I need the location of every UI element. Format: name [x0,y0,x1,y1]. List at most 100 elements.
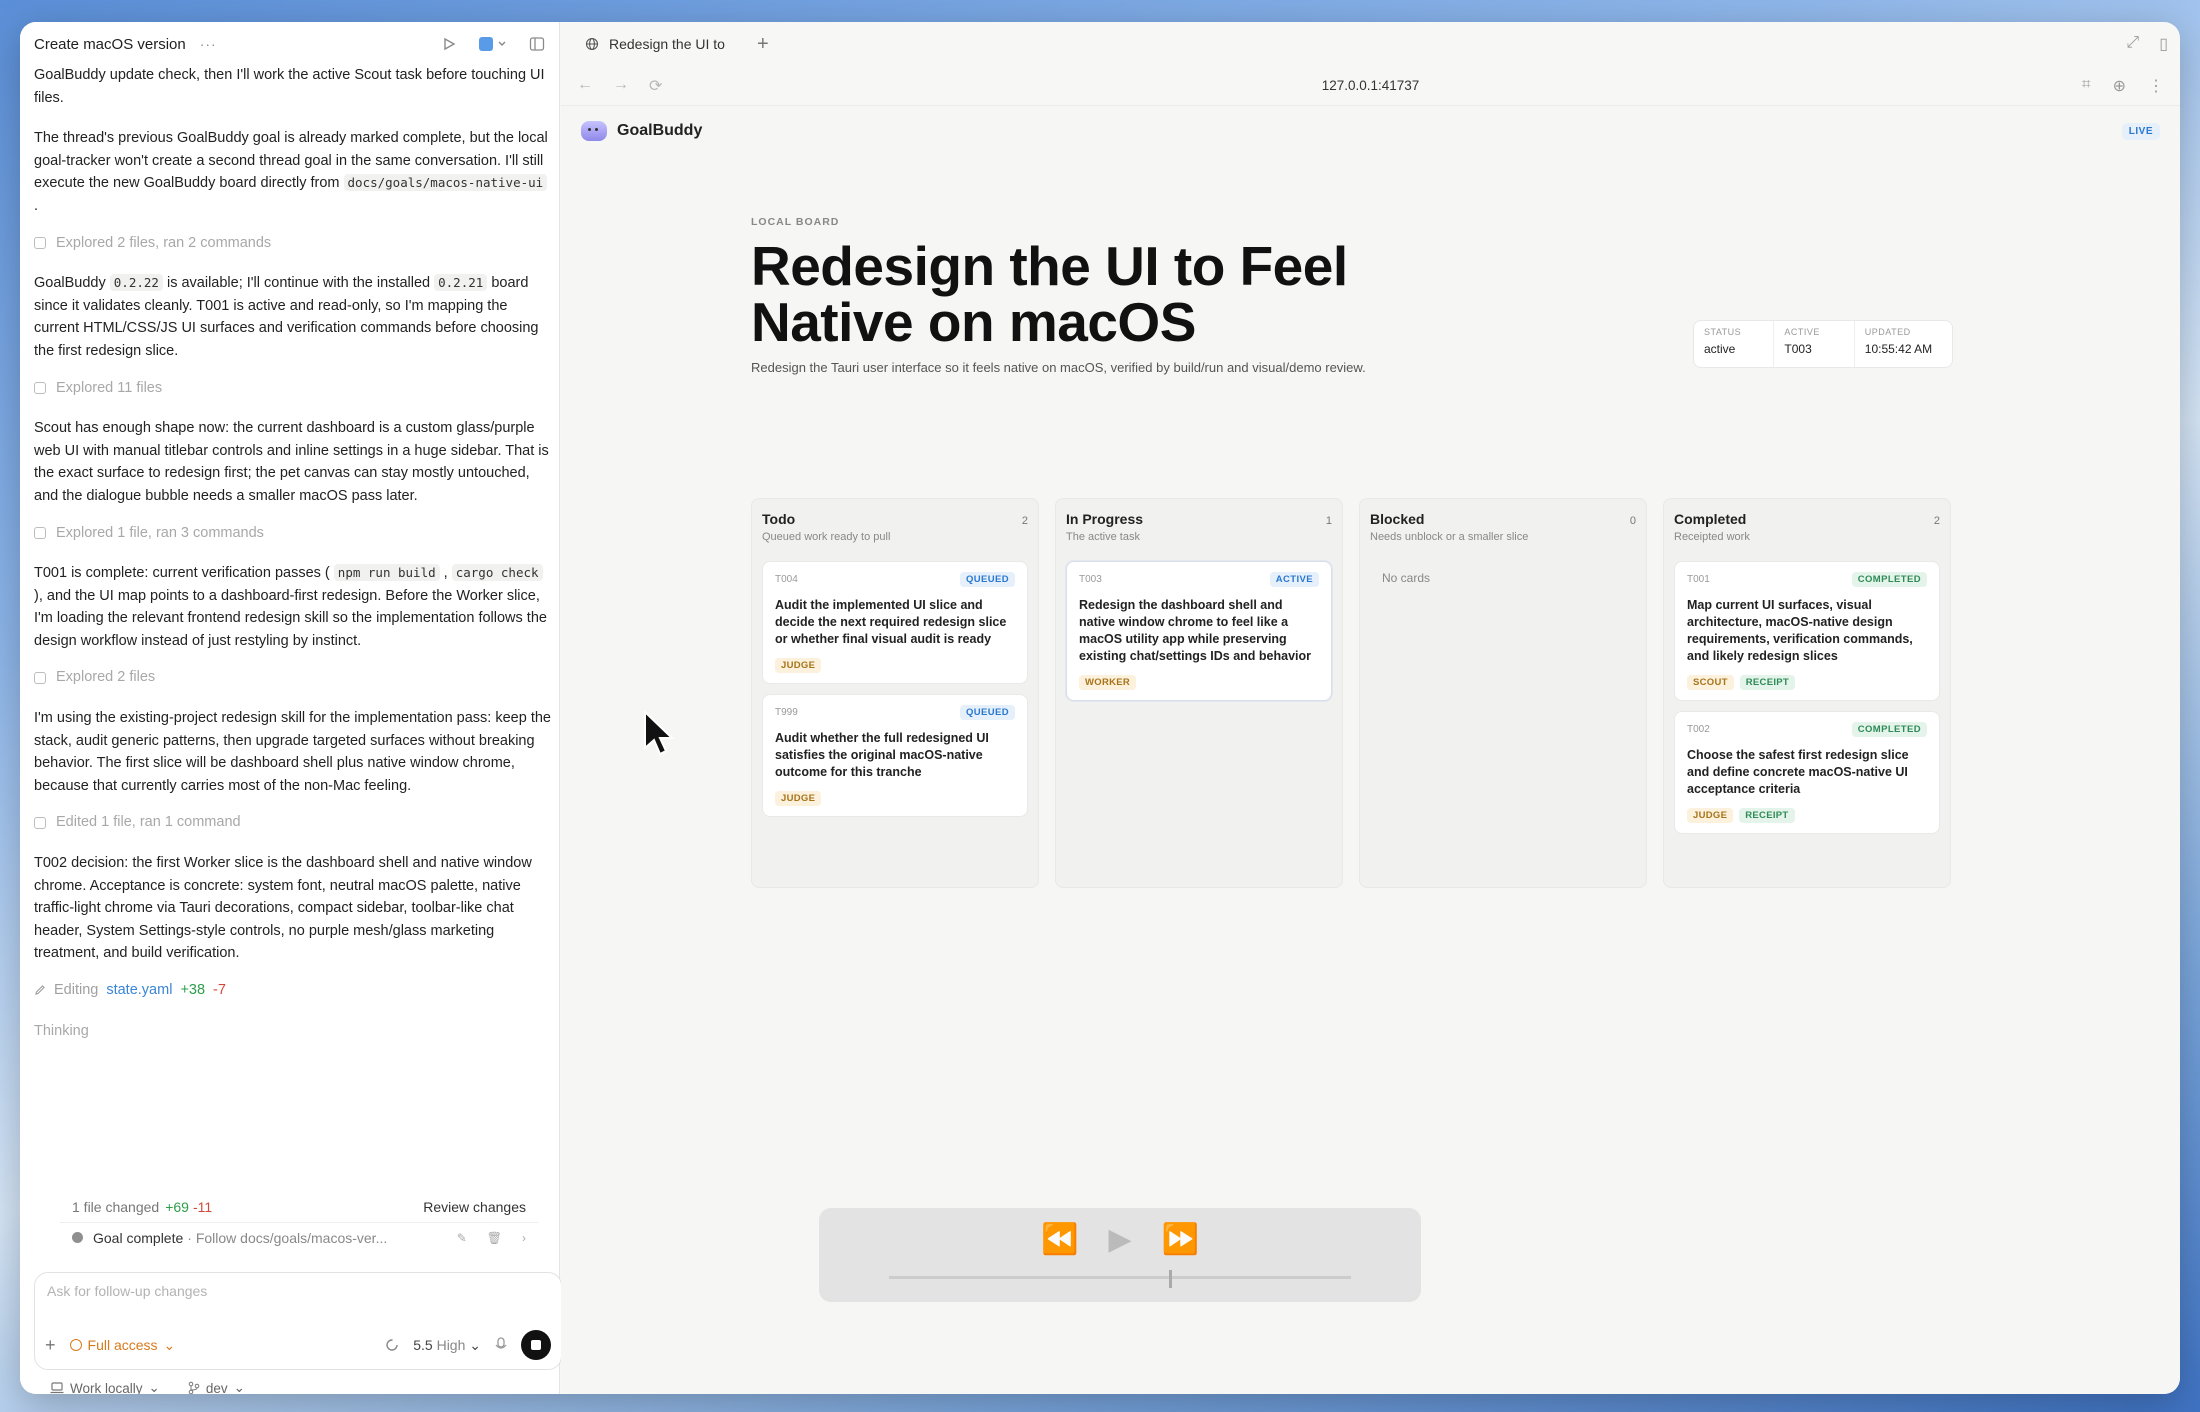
message: T002 decision: the first Worker slice is… [34,855,532,962]
edited-summary[interactable]: Edited 1 file, ran 1 command [34,811,554,834]
play-icon[interactable] [440,35,458,53]
composer: + Full access ⌄ 5.5 High ⌄ [34,1272,562,1370]
kanban-columns: Todo 2 Queued work ready to pull T004 QUEU… [751,498,1951,888]
column-blocked: Blocked 0 Needs unblock or a smaller slic… [1359,498,1647,888]
thinking-indicator: Thinking [34,1022,89,1039]
role-tag: SCOUT [1687,675,1734,690]
file-icon [34,381,46,394]
edit-icon[interactable]: ✎ [457,1231,467,1245]
task-card[interactable]: T001 COMPLETED Map current UI surfaces, v… [1674,561,1940,701]
live-badge: LIVE [2121,122,2160,140]
goalbuddy-logo-icon [581,121,607,141]
column-todo: Todo 2 Queued work ready to pull T004 QUEU… [751,498,1039,888]
info-icon [69,1339,82,1351]
fast-forward-icon[interactable]: ⏩ [1162,1222,1199,1257]
message: The thread's previous GoalBuddy goal is … [34,130,548,214]
back-icon[interactable]: ← [577,76,593,96]
status-badge: COMPLETED [1851,572,1927,587]
app-window: Create macOS version ··· GoalBuddy updat… [20,22,2180,1394]
reload-icon[interactable]: ⟳ [649,76,662,96]
edited-file-link[interactable]: state.yaml [106,979,172,1002]
message: GoalBuddy 0.2.22 is available; I'll cont… [34,274,539,359]
branch-icon [188,1381,200,1394]
thread-menu-button[interactable]: ··· [200,36,217,52]
status-value: active [1704,342,1736,356]
message-feed: GoalBuddy update check, then I'll work t… [34,64,554,1164]
receipt-tag: RECEIPT [1739,675,1796,690]
task-card[interactable]: T003 ACTIVE Redesign the dashboard shell … [1066,561,1332,701]
status-badge: ACTIVE [1269,572,1319,587]
browser-pane: Redesign the UI to + ⤢ ▯ ← → ⟳ 127.0.0.1… [561,22,2180,1394]
add-icon[interactable]: + [45,1335,56,1356]
screenshot-icon[interactable]: ⌗ [2082,76,2091,96]
work-mode-dropdown[interactable]: Work locally ⌄ [50,1380,160,1394]
file-icon [34,816,46,829]
laptop-icon [50,1382,64,1394]
more-icon[interactable]: ⋮ [2148,76,2164,96]
forward-icon[interactable]: → [613,76,629,96]
goal-status-icon [72,1232,83,1243]
scrub-handle[interactable] [1169,1270,1172,1288]
message: T001 is complete: current verification p… [34,564,547,649]
finder-icon[interactable] [476,35,510,53]
expand-icon[interactable]: ⤢ [2126,34,2139,54]
download-icon[interactable]: ⊕ [2113,76,2126,96]
column-in-progress: In Progress 1 The active task T003 ACTIVE … [1055,498,1343,888]
browser-tab[interactable]: Redesign the UI to [573,30,737,58]
brand-name: GoalBuddy [617,122,703,139]
explored-summary[interactable]: Explored 11 files [34,377,554,400]
file-icon [34,526,46,539]
chat-header: Create macOS version ··· [20,22,560,66]
board-title: Redesign the UI to Feel Native on macOS [751,235,1348,353]
model-dropdown[interactable]: 5.5 High ⌄ [413,1337,481,1354]
url-text[interactable]: 127.0.0.1:41737 [561,78,2180,93]
review-changes-button[interactable]: Review changes [423,1199,526,1215]
explored-summary[interactable]: Explored 2 files [34,666,554,689]
play-icon[interactable]: ▶ [1108,1222,1131,1257]
tab-bar: Redesign the UI to + ⤢ ▯ [561,22,2180,66]
goal-row[interactable]: Goal complete · Follow docs/goals/macos-… [60,1222,538,1252]
url-bar: ← → ⟳ 127.0.0.1:41737 ⌗ ⊕ ⋮ [561,66,2180,106]
code-span: 0.2.22 [109,274,163,292]
role-tag: WORKER [1079,675,1137,690]
thread-title: Create macOS version [34,35,186,53]
rewind-icon[interactable]: ⏪ [1041,1222,1078,1257]
column-completed: Completed 2 Receipted work T001 COMPLETED … [1663,498,1951,888]
file-icon [34,671,46,684]
new-tab-button[interactable]: + [757,33,769,56]
message: Scout has enough shape now: the current … [34,420,549,504]
refresh-icon[interactable] [385,1338,399,1352]
access-dropdown[interactable]: Full access ⌄ [69,1337,175,1354]
code-span: 0.2.21 [434,274,488,292]
branch-dropdown[interactable]: dev ⌄ [188,1380,245,1394]
panel-toggle-icon[interactable] [528,35,546,53]
followup-input[interactable] [47,1283,527,1299]
message: I'm using the existing-project redesign … [34,710,551,794]
board-meta: STATUS active ACTIVE T003 UPDATED 10:55:42 … [1693,320,1953,368]
explored-summary[interactable]: Explored 1 file, ran 3 commands [34,522,554,545]
status-badge: QUEUED [959,705,1015,720]
chevron-right-icon[interactable]: › [522,1231,526,1245]
scrub-bar[interactable] [889,1276,1351,1279]
code-span: docs/goals/macos-native-ui [343,174,548,192]
status-badge: QUEUED [959,572,1015,587]
chat-panel: Create macOS version ··· GoalBuddy updat… [20,22,562,1394]
file-icon [34,236,46,249]
explored-summary[interactable]: Explored 2 files, ran 2 commands [34,232,554,255]
task-card[interactable]: T004 QUEUED Audit the implemented UI slic… [762,561,1028,684]
task-card[interactable]: T999 QUEUED Audit whether the full redesi… [762,694,1028,817]
task-card[interactable]: T002 COMPLETED Choose the safest first re… [1674,711,1940,834]
app-header: GoalBuddy LIVE [561,106,2180,156]
stop-button[interactable] [521,1330,551,1360]
active-value: T003 [1784,342,1812,356]
trash-icon[interactable]: 🗑 [487,1231,502,1245]
video-player-overlay[interactable]: ⏪ ▶ ⏩ [819,1208,1421,1302]
empty-state: No cards [1382,571,1431,585]
microphone-icon[interactable] [495,1337,507,1353]
role-tag: JUDGE [775,658,822,673]
receipt-tag: RECEIPT [1739,808,1795,823]
status-badge: COMPLETED [1851,722,1927,737]
pencil-icon [35,985,45,996]
globe-icon [585,37,599,51]
sidebar-toggle-icon[interactable]: ▯ [2159,34,2168,54]
